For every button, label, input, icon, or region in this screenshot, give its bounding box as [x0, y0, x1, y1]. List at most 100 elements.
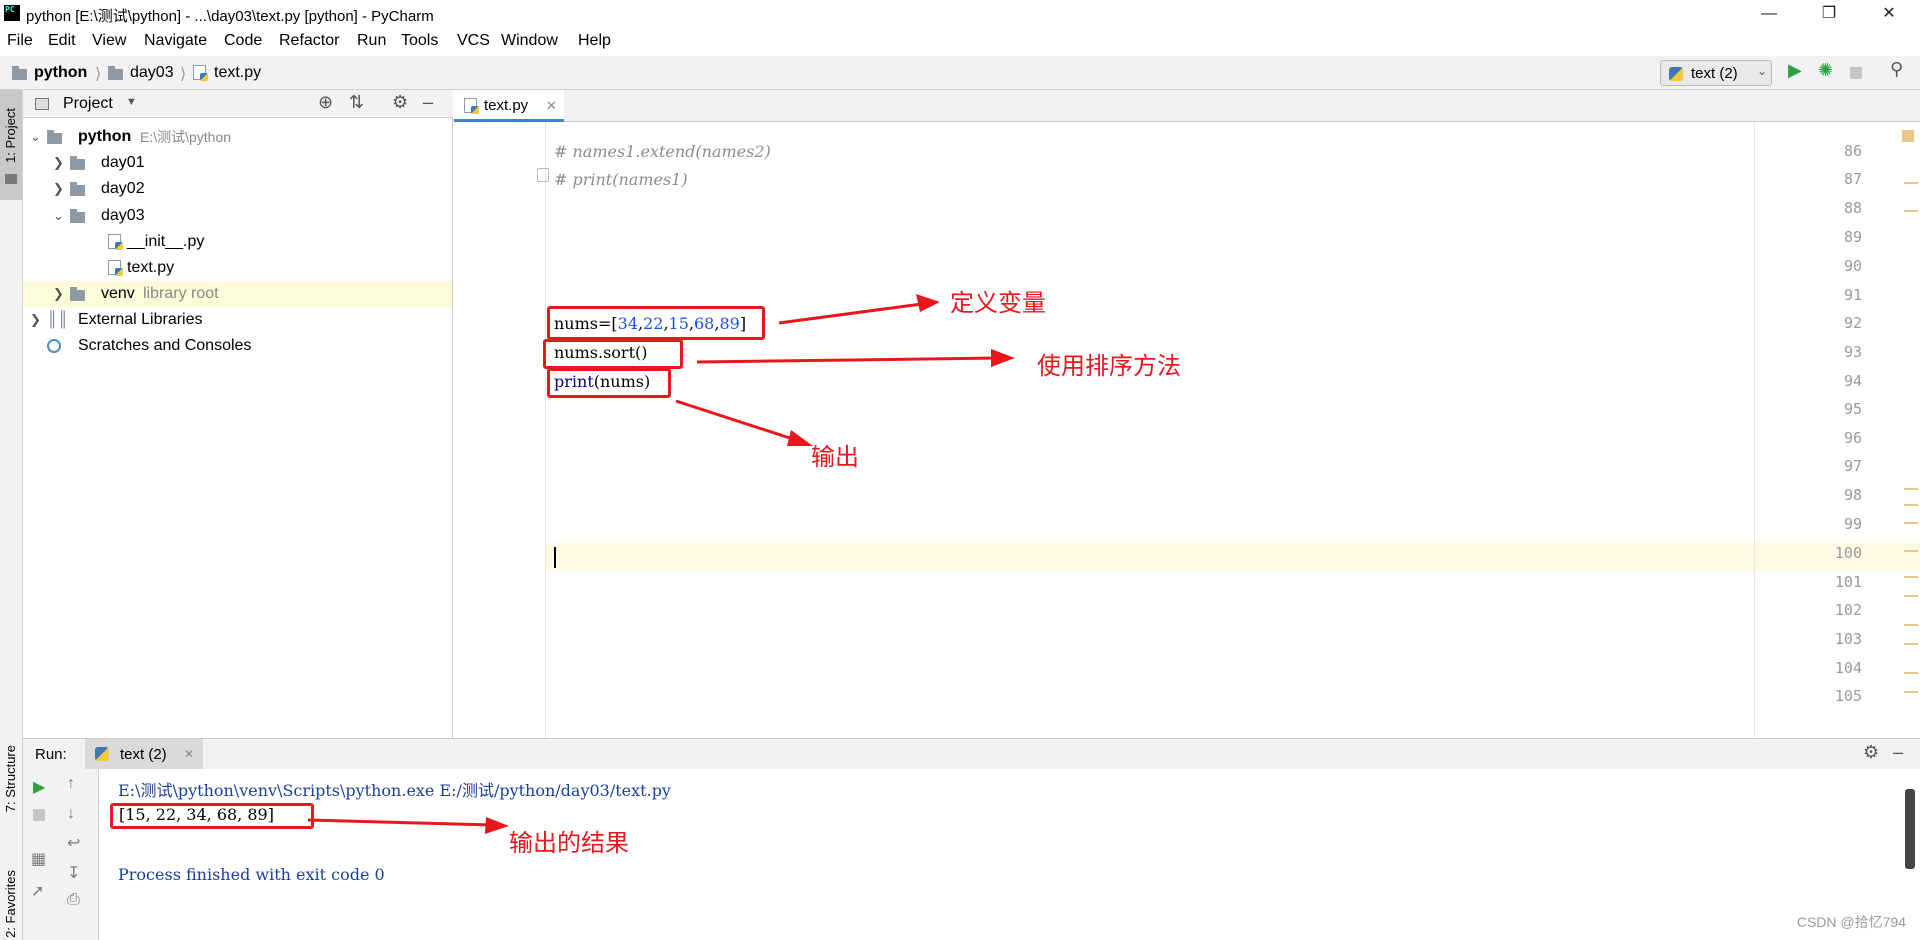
menu-navigate[interactable]: Navigate [144, 32, 207, 50]
libraries-icon: ║║ [47, 311, 69, 328]
annotation-result-text: 输出的结果 [509, 830, 629, 857]
tree-item-label: text.py [127, 259, 175, 276]
stop-button[interactable] [1850, 67, 1862, 79]
tree-item-label: day01 [101, 154, 145, 171]
tree-item-label: day02 [101, 180, 145, 197]
menu-view[interactable]: View [92, 32, 126, 50]
chevron-right-icon: ❯ [30, 312, 41, 327]
menu-code[interactable]: Code [224, 32, 262, 50]
project-tool-label: 1: Project [3, 108, 18, 163]
annotation-output-text: 输出 [811, 444, 859, 471]
scroll-marker[interactable] [1904, 488, 1918, 490]
hide-panel-icon[interactable]: – [423, 92, 433, 113]
pycharm-logo-icon: PC [4, 5, 20, 21]
folder-icon [5, 174, 17, 184]
breadcrumb-day03[interactable]: day03 [130, 64, 174, 82]
menu-bar: File Edit View Navigate Code Refactor Ru… [0, 28, 1920, 54]
tree-item-label: Scratches and Consoles [78, 337, 252, 354]
breadcrumb-text-py[interactable]: text.py [214, 64, 261, 82]
navigation-bar: python ⟩ day03 ⟩ text.py text (2) ⌄ ▶ ✺ … [0, 56, 1920, 90]
chevron-down-icon: ⌄ [53, 208, 64, 223]
scroll-marker[interactable] [1904, 595, 1918, 597]
tree-item-init-py[interactable]: __init__.py [23, 229, 452, 255]
menu-help[interactable]: Help [578, 32, 611, 50]
folder-icon [47, 130, 62, 144]
python-icon [1669, 67, 1683, 81]
project-panel: Project ▼ ⊕ ⇅ ⚙ – ⌄ python E:\测试\python … [23, 90, 453, 738]
breadcrumb-separator: ⟩ [180, 66, 187, 83]
scroll-marker[interactable] [1904, 504, 1918, 506]
chevron-down-icon: ⌄ [1757, 64, 1768, 78]
locate-target-icon[interactable]: ⊕ [318, 92, 333, 113]
project-tool-tab[interactable]: 1: Project [0, 90, 22, 200]
folder-icon [70, 156, 85, 170]
run-button[interactable]: ▶ [1788, 60, 1802, 81]
debug-bug-icon[interactable]: ✺ [1818, 60, 1833, 81]
menu-file[interactable]: File [7, 32, 33, 50]
breadcrumb-separator: ⟩ [95, 66, 102, 83]
run-config-dropdown[interactable]: text (2) ⌄ [1660, 60, 1772, 86]
tree-item-day01[interactable]: ❯ day01 [23, 150, 452, 176]
window-title: python [E:\测试\python] - ...\day03\text.p… [26, 8, 434, 25]
tree-item-label: External Libraries [78, 311, 203, 328]
arrow-define [778, 301, 930, 325]
tree-item-python-root[interactable]: ⌄ python E:\测试\python [23, 124, 452, 150]
scroll-marker[interactable] [1904, 643, 1918, 645]
tree-item-label: python [78, 128, 132, 145]
scroll-marker[interactable] [1904, 550, 1918, 552]
scroll-marker[interactable] [1904, 210, 1918, 212]
menu-refactor[interactable]: Refactor [279, 32, 339, 50]
restore-button[interactable]: ❐ [1800, 0, 1858, 28]
tree-item-label: day03 [101, 207, 145, 224]
tree-item-day02[interactable]: ❯ day02 [23, 176, 452, 202]
folder-icon [70, 209, 85, 223]
tree-item-external-libraries[interactable]: ❯ ║║ External Libraries [23, 307, 452, 333]
tree-item-text-py[interactable]: text.py [23, 255, 452, 281]
tree-item-day03[interactable]: ⌄ day03 [23, 203, 452, 229]
menu-vcs[interactable]: VCS [457, 32, 490, 50]
tree-item-venv[interactable]: ❯ venv library root [23, 281, 452, 307]
minimize-button[interactable]: — [1740, 0, 1798, 28]
menu-tools[interactable]: Tools [401, 32, 438, 50]
arrowhead-sort [991, 349, 1015, 367]
close-window-button[interactable]: ✕ [1860, 0, 1918, 28]
scroll-marker[interactable] [1904, 182, 1918, 184]
chevron-right-icon: ❯ [53, 155, 64, 170]
project-panel-header: Project ▼ ⊕ ⇅ ⚙ – [23, 90, 453, 118]
chevron-right-icon: ❯ [53, 181, 64, 196]
scratches-icon [47, 339, 61, 353]
scroll-marker[interactable] [1904, 576, 1918, 578]
breadcrumb-python[interactable]: python [34, 64, 87, 82]
arrowhead-define [916, 294, 940, 312]
collapse-all-icon[interactable]: ⇅ [349, 92, 364, 113]
arrow-result [307, 818, 494, 827]
scroll-marker[interactable] [1904, 672, 1918, 674]
tree-item-scratches[interactable]: Scratches and Consoles [23, 333, 452, 359]
annotation-define-text: 定义变量 [950, 290, 1046, 317]
tree-item-label: __init__.py [127, 233, 205, 250]
favorites-tool-tab[interactable]: 2: Favorites [3, 870, 18, 938]
chevron-down-icon: ⌄ [30, 129, 41, 144]
python-file-icon [108, 260, 123, 276]
structure-tool-tab[interactable]: 7: Structure [3, 745, 18, 812]
search-icon[interactable]: ⚲ [1890, 59, 1903, 80]
gear-icon[interactable]: ⚙ [392, 92, 408, 113]
menu-window[interactable]: Window [501, 32, 558, 50]
folder-icon [108, 66, 123, 80]
arrow-sort [696, 356, 1000, 364]
title-bar: PC python [E:\测试\python] - ...\day03\tex… [0, 0, 1920, 28]
menu-run[interactable]: Run [357, 32, 386, 50]
tree-item-hint: library root [143, 285, 219, 302]
python-file-icon [108, 234, 123, 250]
left-tool-strip: 1: Project 7: Structure 2: Favorites [0, 90, 23, 940]
annotation-arrow-result-svg [307, 789, 1915, 869]
scroll-marker[interactable] [1904, 522, 1918, 524]
caret-down-icon[interactable]: ▼ [126, 96, 137, 108]
project-panel-title[interactable]: Project [63, 95, 113, 113]
scroll-marker[interactable] [1904, 624, 1918, 626]
scroll-marker[interactable] [1904, 691, 1918, 693]
tree-item-label: venv [101, 285, 135, 302]
menu-edit[interactable]: Edit [48, 32, 76, 50]
folder-icon [70, 182, 85, 196]
inspection-marker[interactable] [1902, 130, 1914, 142]
